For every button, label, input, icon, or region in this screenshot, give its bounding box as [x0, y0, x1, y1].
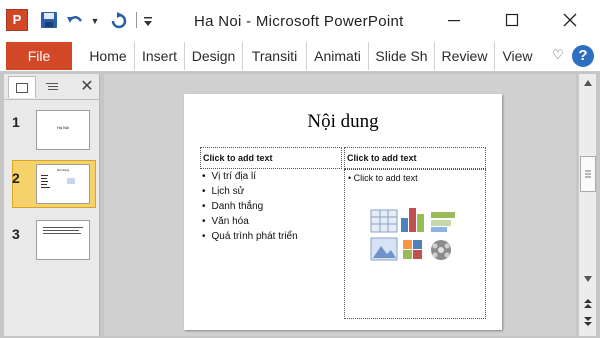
insert-chart-icon[interactable]	[401, 208, 424, 232]
outline-tab-icon	[46, 83, 58, 90]
insert-media-icon[interactable]	[431, 240, 451, 260]
slide-editing-area: Nội dung Click to add text Vị trí địa lí…	[104, 74, 576, 336]
slide-number: 1	[12, 114, 20, 130]
slide-number: 3	[12, 226, 20, 242]
scroll-up-icon[interactable]	[579, 74, 597, 92]
bullet-item: Lịch sử	[202, 186, 245, 197]
scroll-down-icon[interactable]	[579, 270, 597, 288]
bullet-item: Văn hóa	[202, 216, 249, 227]
slides-tab[interactable]	[8, 76, 36, 98]
outline-tab[interactable]	[38, 76, 66, 98]
workspace: ✕ 1 Hà Nội 2 Nội dung 3 Nội dung Click t…	[0, 72, 600, 338]
maximize-button[interactable]	[492, 6, 532, 34]
insert-smartart-icon[interactable]	[431, 212, 455, 232]
maximize-icon	[505, 13, 519, 27]
tab-transitions[interactable]: Transiti	[242, 42, 306, 70]
slide-number: 2	[12, 170, 20, 186]
right-header-placeholder[interactable]: Click to add text	[344, 147, 486, 169]
bullet-item: Danh thắng	[202, 201, 264, 212]
tab-view[interactable]: View	[494, 42, 540, 70]
redo-icon[interactable]	[108, 9, 128, 33]
scroll-thumb[interactable]	[580, 156, 596, 192]
title-bar: P ▼ Ha Noi - Microsoft PowerPoint	[0, 0, 600, 40]
vertical-scrollbar[interactable]	[578, 74, 596, 336]
slides-pane: ✕ 1 Hà Nội 2 Nội dung 3	[4, 74, 100, 336]
slide-thumbnail-2[interactable]: Nội dung	[36, 164, 90, 204]
previous-slide-icon[interactable]	[579, 296, 597, 312]
tab-file[interactable]: File	[6, 42, 72, 70]
right-body-placeholder[interactable]: • Click to add text	[344, 169, 486, 319]
undo-icon[interactable]	[66, 9, 84, 33]
bullet-item: Vị trí địa lí	[202, 171, 256, 182]
qat-divider	[136, 12, 137, 28]
slide-title[interactable]: Nội dung	[184, 111, 502, 133]
thumb-content	[41, 175, 75, 188]
thumb-title: Hà Nội	[56, 125, 70, 130]
powerpoint-icon[interactable]: P	[6, 9, 28, 31]
tab-home[interactable]: Home	[82, 42, 134, 70]
tab-slide-show[interactable]: Slide Sh	[368, 42, 434, 70]
minimize-button[interactable]	[434, 6, 474, 34]
tab-review[interactable]: Review	[434, 42, 494, 70]
bullet-item: Quá trình phát triển	[202, 231, 298, 242]
minimize-ribbon-icon[interactable]: ♡	[550, 47, 566, 63]
slides-tab-icon	[16, 82, 28, 93]
current-slide[interactable]: Nội dung Click to add text Vị trí địa lí…	[184, 94, 502, 330]
minimize-icon	[448, 20, 460, 22]
close-pane-icon[interactable]: ✕	[78, 78, 96, 96]
save-icon[interactable]	[40, 11, 58, 29]
tab-insert[interactable]: Insert	[134, 42, 184, 70]
customize-qat-icon[interactable]	[140, 9, 156, 33]
window-title: Ha Noi - Microsoft PowerPoint	[194, 13, 404, 30]
close-icon	[563, 13, 577, 27]
insert-clipart-icon[interactable]	[403, 240, 422, 259]
undo-dropdown-icon[interactable]: ▼	[90, 9, 100, 33]
placeholder-prompt: • Click to add text	[348, 173, 418, 183]
tab-animations[interactable]: Animati	[306, 42, 368, 70]
left-header-placeholder[interactable]: Click to add text	[200, 147, 342, 169]
close-button[interactable]	[550, 6, 590, 34]
insert-table-icon[interactable]	[370, 209, 398, 233]
insert-content-icons	[369, 206, 461, 266]
insert-picture-icon[interactable]	[370, 237, 398, 261]
slide-thumbnail-3[interactable]	[36, 220, 90, 260]
ribbon-tabs: File Home Insert Design Transiti Animati…	[0, 40, 600, 72]
next-slide-icon[interactable]	[579, 314, 597, 330]
slide-thumbnail-1[interactable]: Hà Nội	[36, 110, 90, 150]
help-icon[interactable]: ?	[572, 45, 594, 67]
tab-design[interactable]: Design	[184, 42, 242, 70]
pane-tabs: ✕	[4, 74, 100, 100]
thumb-content	[43, 227, 83, 234]
